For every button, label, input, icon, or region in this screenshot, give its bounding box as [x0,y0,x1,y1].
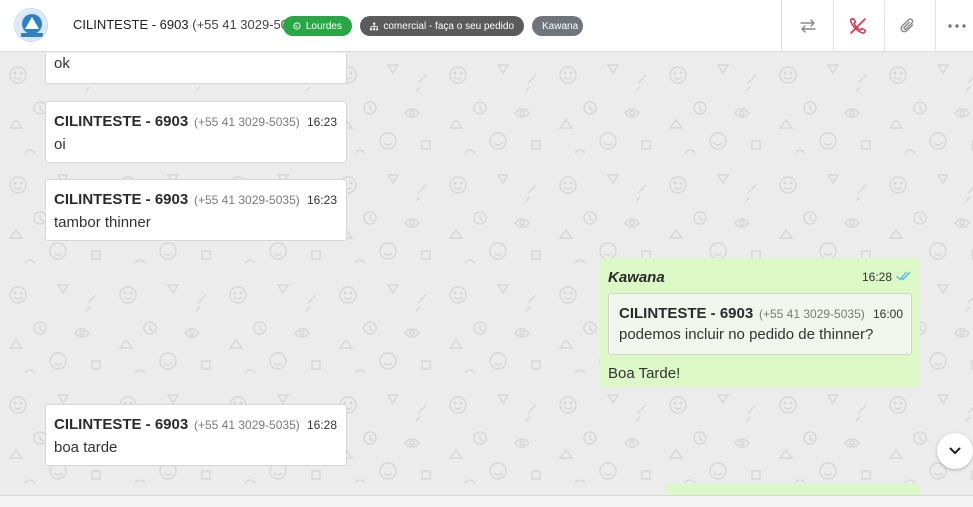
message-list[interactable]: ok CILINTESTE - 6903 (+55 41 3029-5035) … [0,53,973,495]
quoted-text: podemos incluir no pedido de thinner? [619,326,874,343]
whatsapp-connection-tag: Lourdes [283,16,352,36]
message-time: 16:28 [862,270,893,284]
queue-tag: comercial - faça o seu pedido [360,16,524,36]
message-bubble-incoming[interactable]: CILINTESTE - 6903 (+55 41 3029-5035) 16:… [45,179,347,241]
message-text: Boa Tarde! [608,365,681,382]
message-sender-phone: (+55 41 3029-5035) [194,115,300,129]
hangup-icon[interactable] [846,14,870,38]
message-time: 16:28 [306,418,337,432]
header-divider [781,0,782,52]
message-author: Kawana [608,269,665,286]
message-bubble-outgoing[interactable] [666,484,920,495]
message-time: 16:23 [306,193,337,207]
message-sender: CILINTESTE - 6903 [54,191,189,208]
whatsapp-icon [293,22,301,30]
whatsapp-connection-label: Lourdes [305,20,342,32]
message-composer[interactable] [0,495,973,507]
quoted-sender: CILINTESTE - 6903 [619,305,754,322]
assigned-user-tag: Kawana [532,16,583,36]
message-text: boa tarde [54,439,118,456]
message-text: oi [54,136,66,153]
message-sender: CILINTESTE - 6903 [54,416,189,433]
message-bubble-outgoing[interactable]: Kawana 16:28 CILINTESTE - 6903 (+55 41 3… [600,258,920,387]
message-time: 16:23 [306,115,337,129]
message-sender-phone: (+55 41 3029-5035) [194,418,300,432]
chat-header: CILINTESTE - 6903 (+55 41 3029-5035) Lou… [0,0,973,52]
quoted-time: 16:00 [872,307,903,321]
scroll-to-bottom-button[interactable] [937,433,973,469]
message-bubble-incoming[interactable]: CILINTESTE - 6903 (+55 41 3029-5035) 16:… [45,101,347,163]
message-bubble-incoming[interactable]: ok [45,53,347,84]
queue-label: comercial - faça o seu pedido [383,20,514,32]
transfer-icon[interactable] [796,14,820,38]
chevron-down-icon [949,447,961,454]
more-options-icon[interactable] [945,14,969,38]
quoted-sender-phone: (+55 41 3029-5035) [759,307,865,321]
attachment-icon[interactable] [896,14,920,38]
contact-name: CILINTESTE - 6903 [73,17,189,32]
message-text: tambor thinner [54,214,151,231]
double-check-icon [896,271,911,281]
assigned-user-label: Kawana [542,20,579,32]
message-text: ok [54,55,70,72]
contact-avatar[interactable] [14,8,48,42]
header-divider [935,0,936,52]
header-divider [833,0,834,52]
sitemap-icon [370,22,379,30]
header-divider [884,0,885,52]
message-sender: CILINTESTE - 6903 [54,113,189,130]
message-bubble-incoming[interactable]: CILINTESTE - 6903 (+55 41 3029-5035) 16:… [45,404,347,466]
contact-title[interactable]: CILINTESTE - 6903 (+55 41 3029-5035) [73,17,307,32]
message-sender-phone: (+55 41 3029-5035) [194,193,300,207]
quoted-message[interactable]: CILINTESTE - 6903 (+55 41 3029-5035) 16:… [608,293,912,355]
